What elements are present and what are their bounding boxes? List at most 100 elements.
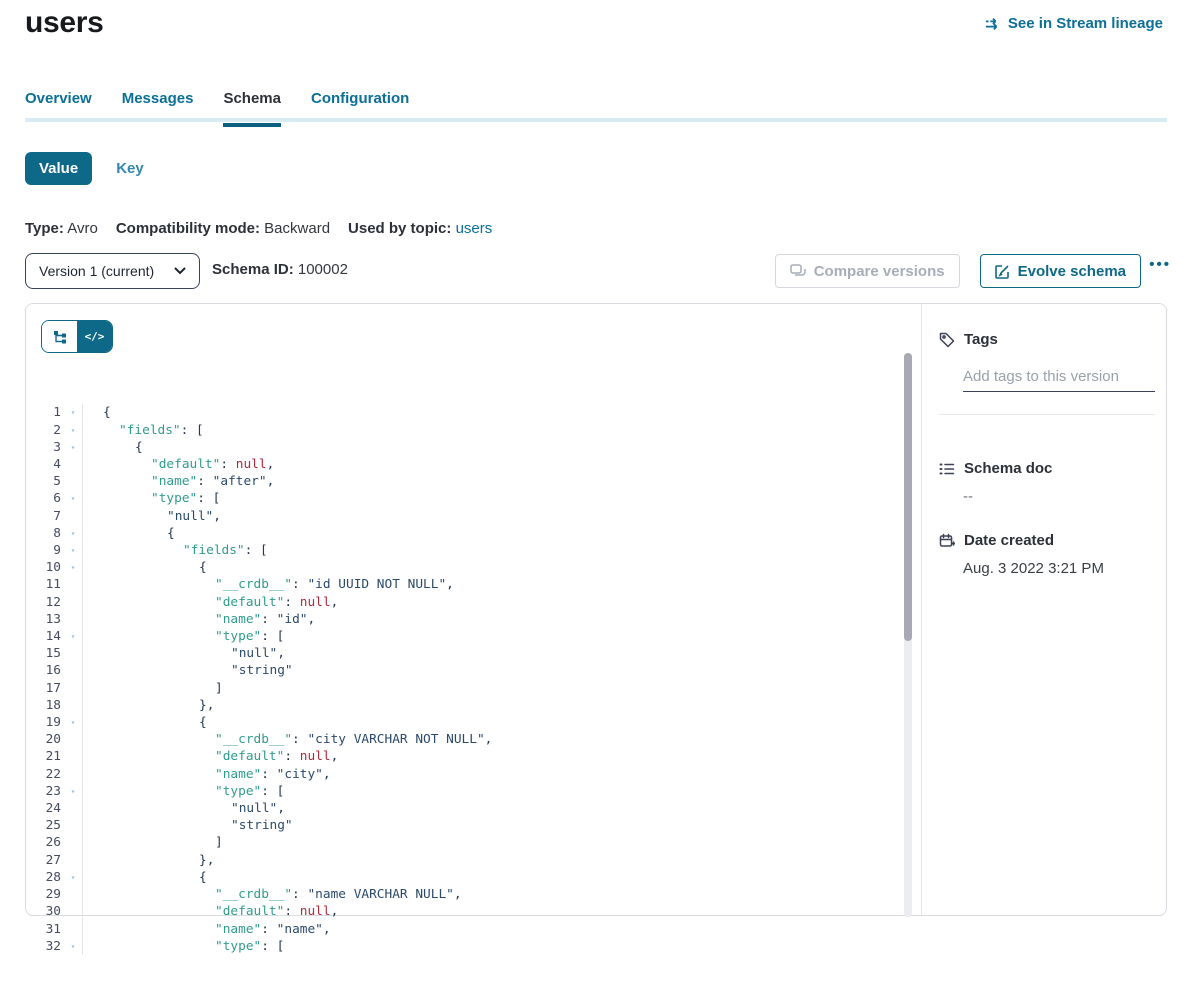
fold-toggle-icon[interactable]: ▾ — [64, 559, 83, 576]
fold-toggle-icon[interactable]: ▾ — [64, 404, 83, 421]
fold-toggle-icon[interactable]: ▾ — [64, 422, 83, 439]
evolve-schema-label: Evolve schema — [1018, 263, 1126, 280]
code-line: 25"string" — [26, 817, 904, 834]
line-number: 2 — [26, 422, 64, 439]
fold-toggle-icon[interactable]: ▾ — [64, 628, 83, 645]
value-key-toggle: Value Key — [25, 152, 144, 185]
tree-view-icon — [53, 330, 67, 344]
tags-title: Tags — [964, 331, 998, 348]
fold-gutter — [64, 576, 83, 593]
tags-input[interactable] — [963, 368, 1155, 392]
stream-lineage-icon — [985, 16, 1001, 32]
code-line: 5"name": "after", — [26, 473, 904, 490]
line-number: 5 — [26, 473, 64, 490]
fold-toggle-icon[interactable]: ▾ — [64, 938, 83, 955]
fold-gutter — [64, 886, 83, 903]
compatibility-mode-label: Compatibility mode: — [116, 220, 260, 237]
code-line: 6▾"type": [ — [26, 490, 904, 507]
code-line: 26] — [26, 834, 904, 851]
code-text: "null", — [83, 800, 285, 817]
code-line: 22"name": "city", — [26, 766, 904, 783]
line-number: 30 — [26, 903, 64, 920]
scrollbar-track[interactable] — [904, 353, 912, 917]
schema-type-value: Avro — [67, 220, 98, 237]
schema-id-label: Schema ID: — [212, 261, 294, 278]
fold-gutter — [64, 766, 83, 783]
code-text: "name": "city", — [83, 766, 331, 783]
code-text: "null", — [83, 645, 285, 662]
code-line: 3▾{ — [26, 439, 904, 456]
line-number: 15 — [26, 645, 64, 662]
code-text: { — [83, 559, 207, 576]
code-view-button[interactable]: </> — [77, 321, 112, 352]
fold-toggle-icon[interactable]: ▾ — [64, 525, 83, 542]
compare-versions-button[interactable]: Compare versions — [775, 254, 960, 288]
code-line: 1▾{ — [26, 404, 904, 421]
code-text: "null", — [83, 508, 221, 525]
tree-view-button[interactable] — [42, 321, 77, 352]
stream-lineage-label: See in Stream lineage — [1008, 15, 1163, 32]
line-number: 27 — [26, 852, 64, 869]
fold-gutter — [64, 921, 83, 938]
fold-gutter — [64, 680, 83, 697]
line-number: 31 — [26, 921, 64, 938]
version-select[interactable]: Version 1 (current) — [25, 253, 200, 289]
code-line: 32▾"type": [ — [26, 938, 904, 955]
line-number: 26 — [26, 834, 64, 851]
code-text: "fields": [ — [83, 422, 204, 439]
compatibility-mode: Compatibility mode: Backward — [116, 220, 330, 237]
evolve-schema-icon — [995, 264, 1010, 279]
value-toggle-button[interactable]: Value — [25, 152, 92, 185]
code-line: 8▾{ — [26, 525, 904, 542]
fold-gutter — [64, 817, 83, 834]
fold-toggle-icon[interactable]: ▾ — [64, 439, 83, 456]
code-view-icon: </> — [85, 330, 105, 343]
code-text: { — [83, 439, 143, 456]
line-number: 1 — [26, 404, 64, 421]
fold-gutter — [64, 852, 83, 869]
code-text: { — [83, 525, 175, 542]
schema-card: </> 1▾{2▾"fields": [3▾{4"default": null,… — [25, 303, 1167, 916]
code-text: "type": [ — [83, 938, 284, 955]
more-options-button[interactable]: ••• — [1149, 256, 1171, 273]
code-line: 31 "name": "name", — [26, 921, 904, 938]
schema-doc-title: Schema doc — [964, 460, 1052, 477]
chevron-down-icon — [174, 267, 186, 275]
line-number: 23 — [26, 783, 64, 800]
fold-gutter — [64, 645, 83, 662]
fold-toggle-icon[interactable]: ▾ — [64, 490, 83, 507]
stream-lineage-link[interactable]: See in Stream lineage — [985, 15, 1163, 32]
code-line: 23▾"type": [ — [26, 783, 904, 800]
sidebar-divider — [939, 414, 1155, 415]
line-number: 29 — [26, 886, 64, 903]
line-number: 8 — [26, 525, 64, 542]
schema-sidebar: Tags Schema doc -- Date created Aug. 3 2… — [922, 304, 1167, 577]
key-toggle-button[interactable]: Key — [116, 160, 144, 177]
fold-gutter — [64, 456, 83, 473]
line-number: 10 — [26, 559, 64, 576]
fold-gutter — [64, 473, 83, 490]
code-text: ] — [83, 834, 223, 851]
evolve-schema-button[interactable]: Evolve schema — [980, 254, 1141, 288]
code-line: 27}, — [26, 852, 904, 869]
code-text: }, — [83, 697, 214, 714]
version-select-value: Version 1 (current) — [39, 263, 154, 279]
code-editor: 1▾{2▾"fields": [3▾{4"default": null,5"na… — [26, 370, 904, 989]
fold-toggle-icon[interactable]: ▾ — [64, 783, 83, 800]
code-text: "__crdb__": "city VARCHAR NOT NULL", — [83, 731, 492, 748]
schema-doc-header: Schema doc — [939, 460, 1167, 477]
line-number: 14 — [26, 628, 64, 645]
line-number: 24 — [26, 800, 64, 817]
fold-toggle-icon[interactable]: ▾ — [64, 542, 83, 559]
code-line: 12"default": null, — [26, 594, 904, 611]
code-text: "name": "name", — [83, 921, 331, 938]
topic-link[interactable]: users — [456, 220, 493, 237]
fold-toggle-icon[interactable]: ▾ — [64, 714, 83, 731]
line-number: 25 — [26, 817, 64, 834]
code-text: "__crdb__": "id UUID NOT NULL", — [83, 576, 454, 593]
compare-versions-label: Compare versions — [814, 263, 945, 280]
code-line: 4"default": null, — [26, 456, 904, 473]
code-line: 16"string" — [26, 662, 904, 679]
fold-toggle-icon[interactable]: ▾ — [64, 869, 83, 886]
scrollbar-thumb[interactable] — [904, 353, 912, 641]
